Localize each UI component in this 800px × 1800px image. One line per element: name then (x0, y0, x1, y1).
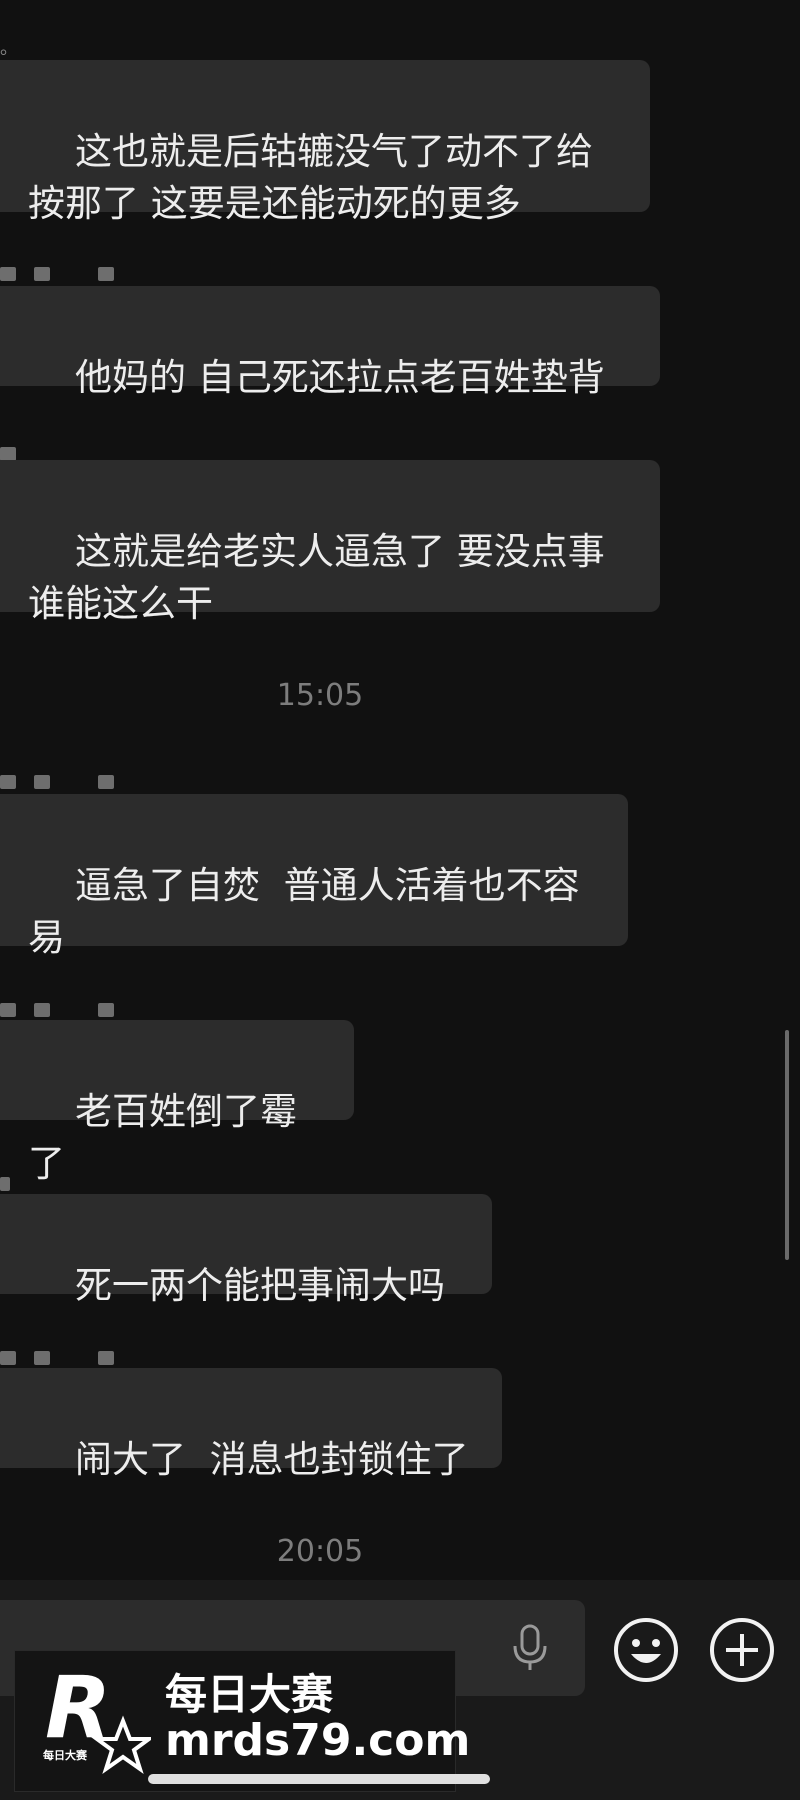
input-bar: R 每日大赛 每日大赛 mrds79.com (0, 1580, 800, 1800)
message-text: 逼急了自焚 普通人活着也不容 易 (28, 864, 580, 959)
sender-name-blurred (0, 1172, 140, 1194)
home-indicator[interactable] (148, 1774, 490, 1784)
message-bubble[interactable]: 老百姓倒了霉了 (0, 1020, 354, 1185)
watermark-logo: R 每日大赛 (43, 1659, 151, 1775)
message-bubble[interactable]: 闹大了 消息也封锁住了 (0, 1368, 502, 1481)
sender-name-blurred (0, 998, 140, 1020)
timestamp: 15:05 (276, 678, 364, 713)
message-text: 这也就是后轱辘没气了动不了给 按那了 这要是还能动死的更多 (28, 130, 594, 225)
mic-icon[interactable] (505, 1622, 555, 1674)
message-bubble[interactable]: 他妈的 自己死还拉点老百姓垫背 (0, 286, 660, 399)
message-bubble[interactable]: 这也就是后轱辘没气了动不了给 按那了 这要是还能动死的更多 (0, 60, 650, 225)
message-text: 闹大了 消息也封锁住了 (75, 1438, 469, 1481)
message-bubble[interactable]: 这就是给老实人逼急了 要没点事 谁能这么干 (0, 460, 660, 625)
sender-name-blurred (0, 1346, 140, 1368)
emoji-icon[interactable] (612, 1616, 680, 1684)
chat-area[interactable]: 。 这也就是后轱辘没气了动不了给 按那了 这要是还能动死的更多 他妈的 自己死还… (0, 0, 800, 1580)
timestamp: 20:05 (276, 1534, 364, 1569)
message-text: 这就是给老实人逼急了 要没点事 谁能这么干 (28, 530, 605, 625)
leading-punctuation: 。 (0, 38, 18, 59)
message-text: 老百姓倒了霉了 (28, 1090, 298, 1185)
watermark-name: 每日大赛 (165, 1670, 334, 1719)
watermark-url: mrds79.com (165, 1715, 471, 1766)
message-text: 死一两个能把事闹大吗 (75, 1264, 446, 1307)
svg-text:每日大赛: 每日大赛 (43, 1748, 88, 1762)
message-bubble[interactable]: 逼急了自焚 普通人活着也不容 易 (0, 794, 628, 959)
add-icon[interactable] (708, 1616, 776, 1684)
message-text: 他妈的 自己死还拉点老百姓垫背 (75, 356, 605, 399)
sender-name-blurred (0, 262, 140, 284)
sender-name-blurred (0, 770, 140, 792)
scrollbar[interactable] (785, 1030, 789, 1260)
message-bubble[interactable]: 死一两个能把事闹大吗 (0, 1194, 492, 1307)
watermark: R 每日大赛 每日大赛 mrds79.com (14, 1650, 470, 1792)
